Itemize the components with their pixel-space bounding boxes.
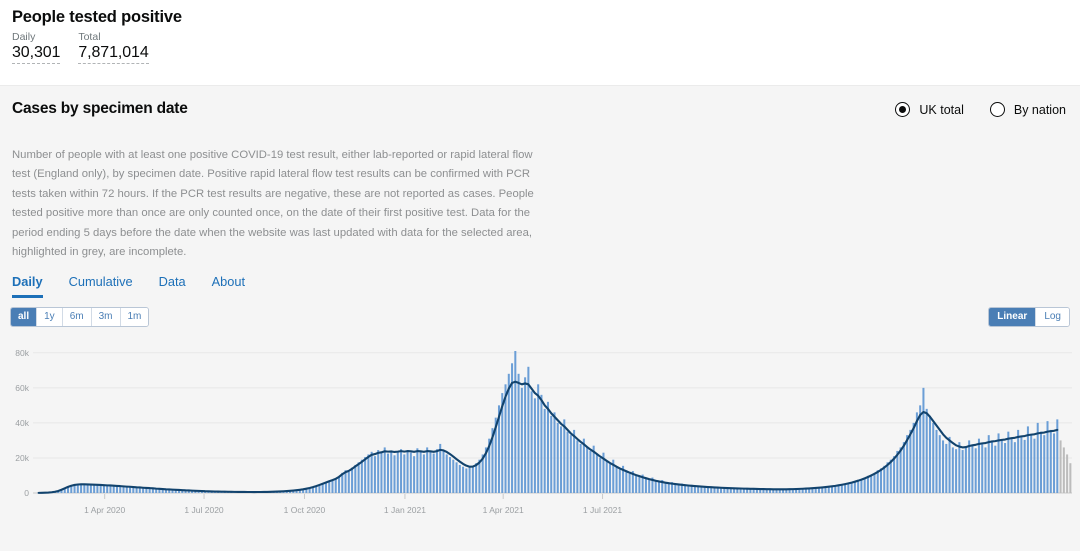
svg-text:80k: 80k — [15, 348, 29, 358]
svg-text:20k: 20k — [15, 453, 29, 463]
range-button-1m[interactable]: 1m — [120, 308, 149, 326]
radio-uk-total-label: UK total — [919, 102, 964, 117]
time-range-selector: all 1y 6m 3m 1m — [10, 307, 150, 327]
svg-text:0: 0 — [24, 488, 29, 498]
tab-data[interactable]: Data — [159, 274, 186, 298]
svg-text:1 Jul 2021: 1 Jul 2021 — [583, 505, 622, 515]
radio-uk-total[interactable]: UK total — [895, 102, 964, 117]
svg-text:1 Oct 2020: 1 Oct 2020 — [284, 505, 326, 515]
tab-cumulative[interactable]: Cumulative — [69, 274, 133, 298]
svg-text:1 Jan 2021: 1 Jan 2021 — [384, 505, 426, 515]
scale-button-log[interactable]: Log — [1036, 308, 1069, 326]
tab-about[interactable]: About — [212, 274, 245, 298]
cases-chart[interactable]: 0 20k 40k 60k 80k 1 Apr 2020 1 Jul 2020 1 Oct 2… — [0, 330, 1080, 545]
page-title: People tested positive — [12, 8, 182, 26]
cases-chart-svg: 0 20k 40k 60k 80k 1 Apr 2020 1 Jul 2020 1 Oct 2… — [15, 348, 1072, 515]
metric-total-label: Total — [78, 31, 101, 43]
radio-by-nation-label: By nation — [1013, 102, 1066, 117]
metric-daily-value: 30,301 — [12, 43, 60, 64]
page-header: People tested positive Daily 30,301 Tota… — [0, 0, 1080, 86]
chart-tabs: Daily Cumulative Data About — [12, 274, 245, 298]
svg-text:60k: 60k — [15, 383, 29, 393]
scale-button-linear[interactable]: Linear — [989, 308, 1037, 326]
card-description: Number of people with at least one posit… — [12, 149, 534, 259]
metric-daily: Daily 30,301 — [12, 31, 60, 64]
range-button-all[interactable]: all — [11, 308, 38, 326]
metric-daily-label: Daily — [12, 31, 36, 43]
radio-uk-total-indicator — [895, 102, 911, 117]
tab-daily[interactable]: Daily — [12, 274, 43, 298]
covid-dashboard-page: People tested positive Daily 30,301 Tota… — [0, 0, 1080, 551]
headline-metrics: Daily 30,301 Total 7,871,014 — [12, 31, 149, 64]
cases-card: Cases by specimen date UK total By natio… — [0, 86, 1080, 551]
range-button-6m[interactable]: 6m — [62, 308, 92, 326]
range-button-1y[interactable]: 1y — [37, 308, 63, 326]
metric-total-value: 7,871,014 — [78, 43, 149, 64]
card-header: Cases by specimen date UK total By natio… — [0, 86, 1080, 132]
scale-selector: Linear Log — [988, 307, 1070, 327]
svg-text:1 Apr 2020: 1 Apr 2020 — [84, 505, 125, 515]
radio-by-nation[interactable]: By nation — [989, 102, 1066, 117]
svg-text:1 Jul 2020: 1 Jul 2020 — [184, 505, 223, 515]
range-button-3m[interactable]: 3m — [91, 308, 121, 326]
svg-text:40k: 40k — [15, 418, 29, 428]
area-toggle-group: UK total By nation — [895, 102, 1066, 117]
radio-by-nation-indicator — [989, 102, 1005, 117]
card-title: Cases by specimen date — [12, 100, 188, 117]
metric-total: Total 7,871,014 — [78, 31, 149, 64]
svg-text:1 Apr 2021: 1 Apr 2021 — [483, 505, 524, 515]
